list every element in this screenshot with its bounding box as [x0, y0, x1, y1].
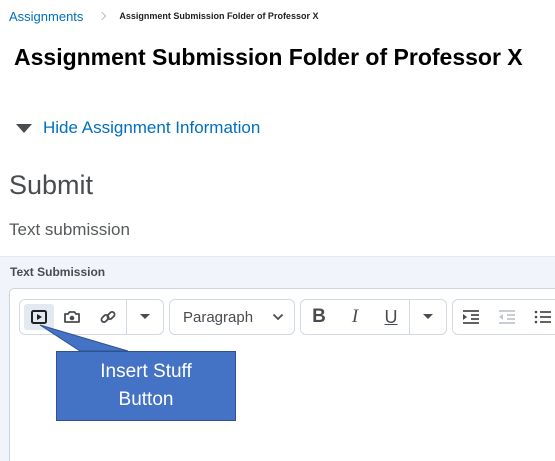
insert-stuff-callout: Insert Stuff Button [56, 351, 236, 421]
callout-line-1: Insert Stuff [100, 361, 192, 382]
callout-line-2: Button [118, 389, 174, 410]
